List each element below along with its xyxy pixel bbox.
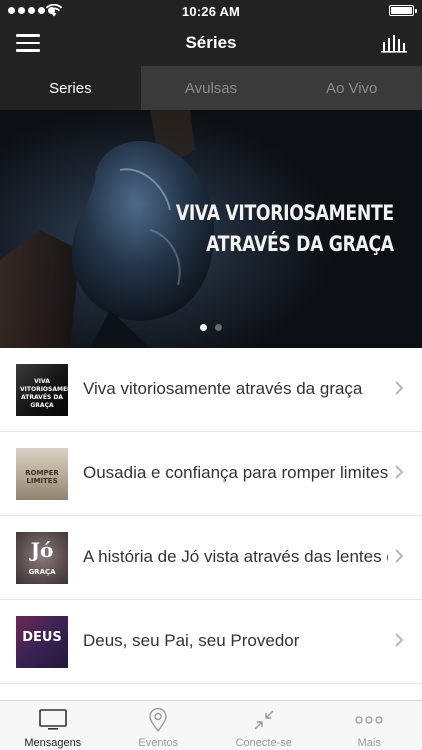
page-dot-1[interactable] (200, 324, 207, 331)
list-item[interactable]: VIVA VITORIOSAMENTE ATRAVÉS DA GRAÇA Viv… (0, 348, 422, 432)
tab-conecte-se[interactable]: Conecte-se (211, 701, 317, 750)
location-pin-icon (143, 707, 173, 733)
hero-title-line-2: ATRAVÉS DA GRAÇA (206, 232, 394, 256)
hero-title: VIVA VITORIOSAMENTE ATRAVÉS DA GRAÇA (176, 198, 394, 260)
tab-eventos[interactable]: Eventos (106, 701, 212, 750)
status-bar: 10:26 AM (0, 0, 422, 22)
tab-series[interactable]: Series (0, 66, 141, 110)
list-item[interactable]: Jó GRAÇA A história de Jó vista através … (0, 516, 422, 600)
series-thumbnail: DEUS (16, 616, 68, 668)
list-item[interactable]: ROMPER LIMITES Ousadia e confiança para … (0, 432, 422, 516)
page-dot-2[interactable] (215, 324, 222, 331)
chevron-right-icon (395, 465, 404, 479)
page-title: Séries (185, 33, 237, 52)
hero-banner[interactable]: VIVA VITORIOSAMENTE ATRAVÉS DA GRAÇA (0, 110, 422, 348)
battery-icon (389, 5, 417, 16)
thumbnail-text: VIVA VITORIOSAMENTE ATRAVÉS DA GRAÇA (20, 378, 68, 409)
series-thumbnail: VIVA VITORIOSAMENTE ATRAVÉS DA GRAÇA (16, 364, 68, 416)
list-item[interactable] (0, 684, 422, 700)
series-list: VIVA VITORIOSAMENTE ATRAVÉS DA GRAÇA Viv… (0, 348, 422, 700)
segment-tabs: Series Avulsas Ao Vivo (0, 66, 422, 110)
tab-mais[interactable]: Mais (317, 701, 422, 750)
navigation-bar: Séries (0, 22, 422, 66)
hero-title-line-1: VIVA VITORIOSAMENTE (176, 201, 394, 225)
tv-icon (38, 707, 68, 733)
tab-ao-vivo[interactable]: Ao Vivo (281, 66, 422, 110)
list-item-label: Viva vitoriosamente através da graça (83, 379, 363, 398)
list-item-label: Deus, seu Pai, seu Provedor (83, 631, 300, 650)
tab-label: Eventos (138, 737, 179, 749)
status-time: 10:26 AM (181, 4, 241, 19)
tab-label: Mais (357, 737, 381, 749)
thumbnail-text-main: Jó (30, 538, 54, 562)
tab-label: Mensagens (24, 737, 82, 749)
more-dots-icon (354, 707, 384, 733)
list-item-label: A história de Jó vista através das lente… (83, 547, 388, 566)
tab-mensagens[interactable]: Mensagens (0, 701, 106, 750)
top-bar: 10:26 AM Séries (0, 0, 422, 66)
connect-arrows-icon (249, 707, 279, 733)
series-thumbnail: ROMPER LIMITES (16, 448, 68, 500)
chevron-right-icon (395, 549, 404, 563)
chevron-right-icon (395, 633, 404, 647)
list-item-label: Ousadia e confiança para romper limites (83, 463, 388, 482)
page-indicator (0, 324, 422, 331)
chevron-right-icon (395, 381, 404, 395)
bar-chart-icon[interactable] (381, 34, 407, 54)
list-item[interactable]: DEUS Deus, seu Pai, seu Provedor (0, 600, 422, 684)
thumbnail-text: DEUS (22, 630, 62, 645)
thumbnail-text-sub: GRAÇA (28, 568, 56, 576)
tab-avulsas[interactable]: Avulsas (141, 66, 282, 110)
tab-label: Conecte-se (235, 737, 292, 749)
thumbnail-text: ROMPER LIMITES (25, 469, 59, 485)
bottom-tab-bar: Mensagens Eventos Conecte-se Mais (0, 700, 422, 750)
series-thumbnail: Jó GRAÇA (16, 532, 68, 584)
